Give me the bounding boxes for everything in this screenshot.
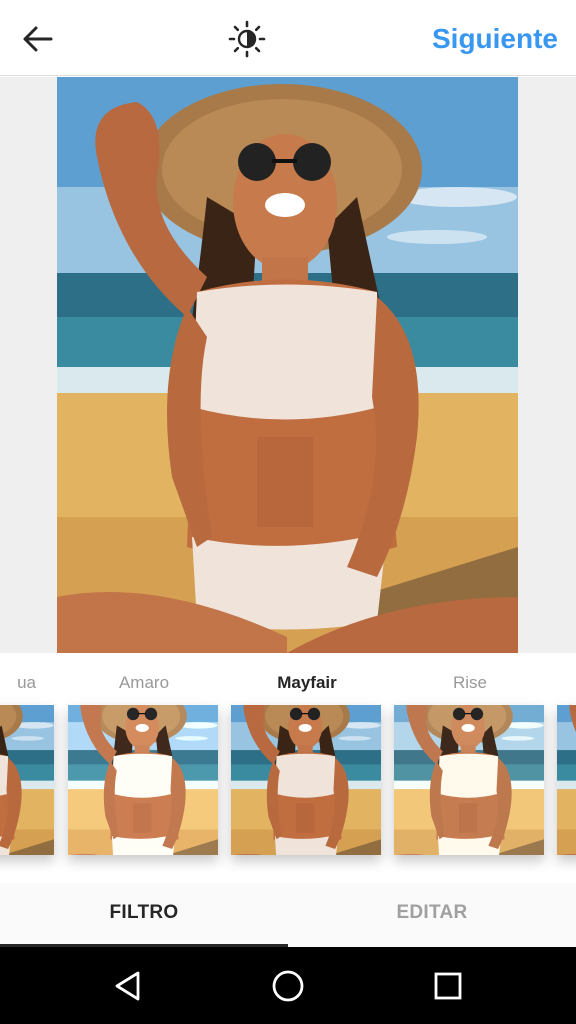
filter-item-partial-left[interactable]: ua [0,653,56,883]
filter-label: ua [17,673,36,692]
filter-item-amaro[interactable]: Amaro [68,653,220,883]
filter-item-partial-right[interactable] [557,653,576,883]
tab-edit[interactable]: EDITAR [288,883,576,947]
next-button[interactable]: Siguiente [432,20,558,58]
nav-back-button[interactable] [98,961,158,1011]
filter-label: Amaro [118,673,170,692]
bottom-tabs: FILTRO EDITAR [0,883,576,947]
system-nav-bar [0,947,576,1024]
photo-preview-image [57,77,518,653]
nav-back-triangle-icon [115,971,140,1001]
sun-contrast-icon [228,20,266,58]
filter-strip[interactable]: ua Amaro Mayfair Rise [0,653,576,883]
filter-item-mayfair[interactable]: Mayfair [231,653,383,883]
tab-filter[interactable]: FILTRO [0,883,288,947]
nav-home-circle-icon [272,970,304,1002]
nav-home-button[interactable] [258,961,318,1011]
filter-label: Rise [452,673,487,692]
photo-preview[interactable] [57,77,518,653]
photo-filter-screen: Siguiente ua Amaro Mayfair Rise FILTRO E… [0,0,576,1024]
filter-label-selected: Mayfair [277,673,337,692]
back-button[interactable] [14,18,62,60]
arrow-left-icon [23,26,53,52]
filter-thumbnail [394,705,544,855]
filter-thumbnail [68,705,218,855]
top-bar: Siguiente [0,0,576,76]
filter-thumbnail [557,705,576,855]
nav-recents-button[interactable] [418,961,478,1011]
filter-thumbnail [0,705,54,855]
photo-preview-area [0,77,576,653]
filter-thumbnail [231,705,381,855]
lux-adjust-button[interactable] [224,16,270,62]
filter-item-rise[interactable]: Rise [394,653,546,883]
nav-recents-square-icon [434,972,462,1000]
